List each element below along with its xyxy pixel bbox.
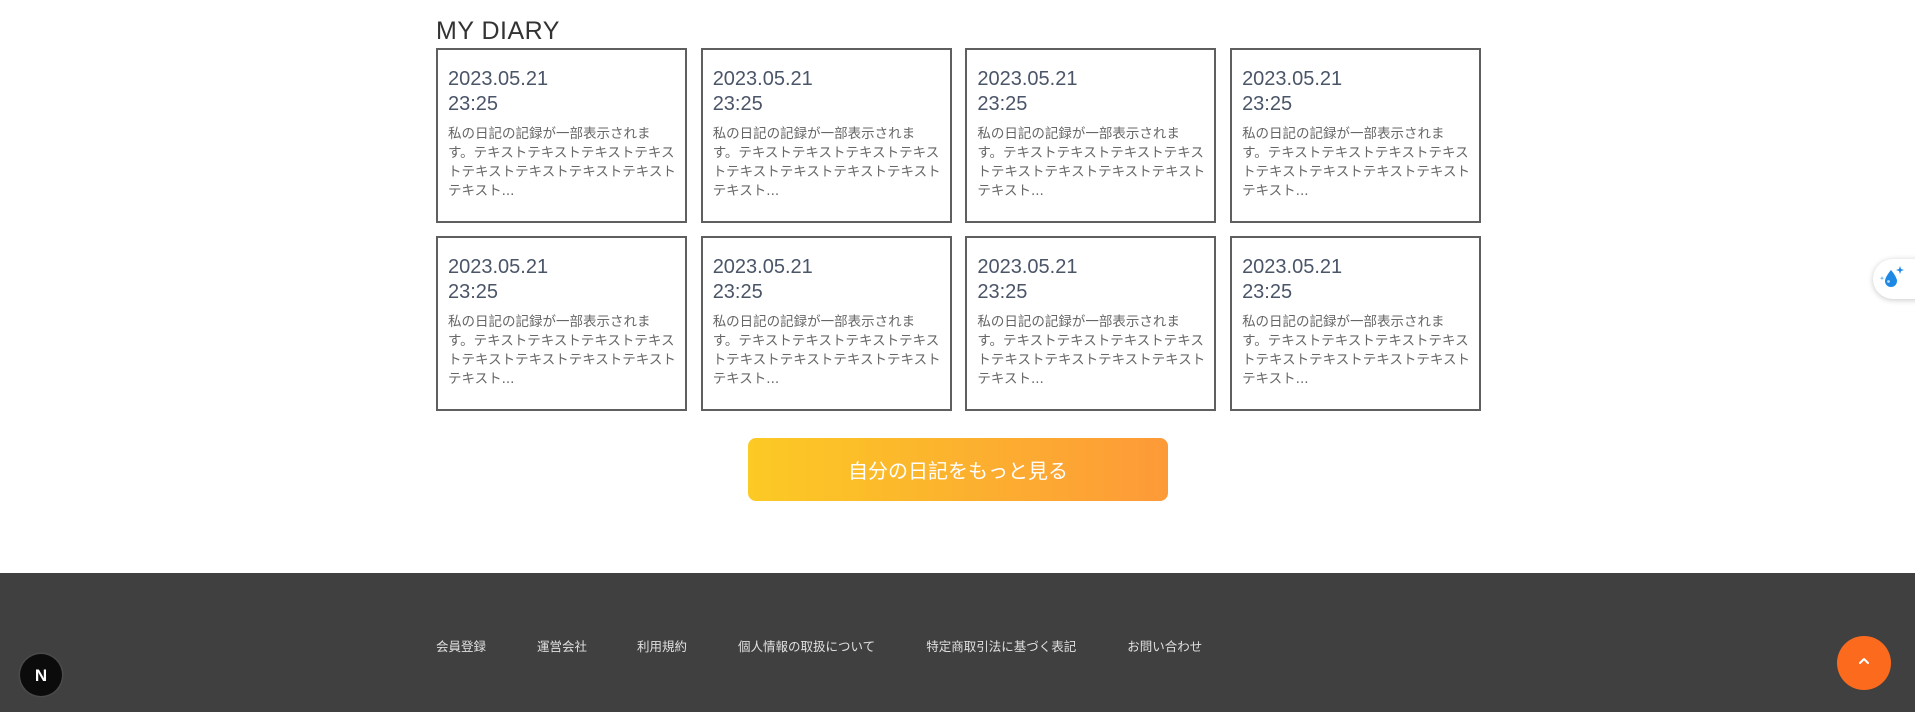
- card-time: 23:25: [977, 281, 1028, 303]
- diary-card[interactable]: 2023.05.21 23:25 私の日記の記録が一部表示されます。テキストテキ…: [965, 236, 1217, 411]
- card-time: 23:25: [977, 93, 1028, 115]
- footer-link-company[interactable]: 運営会社: [537, 636, 587, 655]
- diary-grid: 2023.05.21 23:25 私の日記の記録が一部表示されます。テキストテキ…: [436, 48, 1482, 411]
- nextjs-logo-icon: N: [34, 665, 48, 685]
- card-date: 2023.05.21: [977, 256, 1078, 278]
- diary-card[interactable]: 2023.05.21 23:25 私の日記の記録が一部表示されます。テキストテキ…: [1230, 236, 1482, 411]
- card-date: 2023.05.21: [977, 68, 1078, 90]
- scroll-to-top-button[interactable]: [1837, 636, 1891, 690]
- footer-link-commerce-law[interactable]: 特定商取引法に基づく表記: [926, 636, 1076, 655]
- diary-card[interactable]: 2023.05.21 23:25 私の日記の記録が一部表示されます。テキストテキ…: [700, 48, 952, 223]
- footer-link-privacy[interactable]: 個人情報の取扱について: [738, 636, 875, 655]
- card-time: 23:25: [1242, 93, 1293, 115]
- card-excerpt: 私の日記の記録が一部表示されます。テキストテキストテキストテキストテキストテキス…: [712, 314, 941, 387]
- card-date: 2023.05.21: [1242, 68, 1343, 90]
- card-excerpt: 私の日記の記録が一部表示されます。テキストテキストテキストテキストテキストテキス…: [977, 314, 1206, 387]
- footer: 会員登録 運営会社 利用規約 個人情報の取扱について 特定商取引法に基づく表記 …: [0, 573, 1915, 712]
- card-excerpt: 私の日記の記録が一部表示されます。テキストテキストテキストテキストテキストテキス…: [448, 314, 676, 387]
- card-time: 23:25: [448, 281, 499, 303]
- diary-card[interactable]: 2023.05.21 23:25 私の日記の記録が一部表示されます。テキストテキ…: [436, 48, 687, 223]
- card-date: 2023.05.21: [1242, 256, 1343, 278]
- card-date: 2023.05.21: [712, 256, 813, 278]
- card-time: 23:25: [1242, 281, 1293, 303]
- card-excerpt: 私の日記の記録が一部表示されます。テキストテキストテキストテキストテキストテキス…: [977, 126, 1206, 199]
- card-excerpt: 私の日記の記録が一部表示されます。テキストテキストテキストテキストテキストテキス…: [1242, 314, 1470, 387]
- card-time: 23:25: [712, 93, 763, 115]
- water-drop-sparkle-icon: [1879, 263, 1907, 296]
- diary-card[interactable]: 2023.05.21 23:25 私の日記の記録が一部表示されます。テキストテキ…: [700, 236, 952, 411]
- diary-card[interactable]: 2023.05.21 23:25 私の日記の記録が一部表示されます。テキストテキ…: [1230, 48, 1482, 223]
- nextjs-badge[interactable]: N: [20, 654, 62, 696]
- card-date: 2023.05.21: [448, 68, 549, 90]
- card-date: 2023.05.21: [448, 256, 549, 278]
- card-excerpt: 私の日記の記録が一部表示されます。テキストテキストテキストテキストテキストテキス…: [712, 126, 941, 199]
- footer-link-register[interactable]: 会員登録: [436, 636, 486, 655]
- chevron-up-icon: [1857, 654, 1871, 673]
- side-widget[interactable]: [1873, 259, 1915, 299]
- card-date: 2023.05.21: [712, 68, 813, 90]
- card-excerpt: 私の日記の記録が一部表示されます。テキストテキストテキストテキストテキストテキス…: [448, 126, 676, 199]
- diary-card[interactable]: 2023.05.21 23:25 私の日記の記録が一部表示されます。テキストテキ…: [965, 48, 1217, 223]
- section-title: MY DIARY: [436, 17, 560, 45]
- footer-links: 会員登録 運営会社 利用規約 個人情報の取扱について 特定商取引法に基づく表記 …: [436, 636, 1202, 655]
- footer-link-terms[interactable]: 利用規約: [637, 636, 687, 655]
- see-more-diary-button[interactable]: 自分の日記をもっと見る: [748, 438, 1168, 501]
- card-time: 23:25: [448, 93, 499, 115]
- card-excerpt: 私の日記の記録が一部表示されます。テキストテキストテキストテキストテキストテキス…: [1242, 126, 1470, 199]
- card-time: 23:25: [712, 281, 763, 303]
- diary-card[interactable]: 2023.05.21 23:25 私の日記の記録が一部表示されます。テキストテキ…: [436, 236, 687, 411]
- footer-link-contact[interactable]: お問い合わせ: [1127, 636, 1202, 655]
